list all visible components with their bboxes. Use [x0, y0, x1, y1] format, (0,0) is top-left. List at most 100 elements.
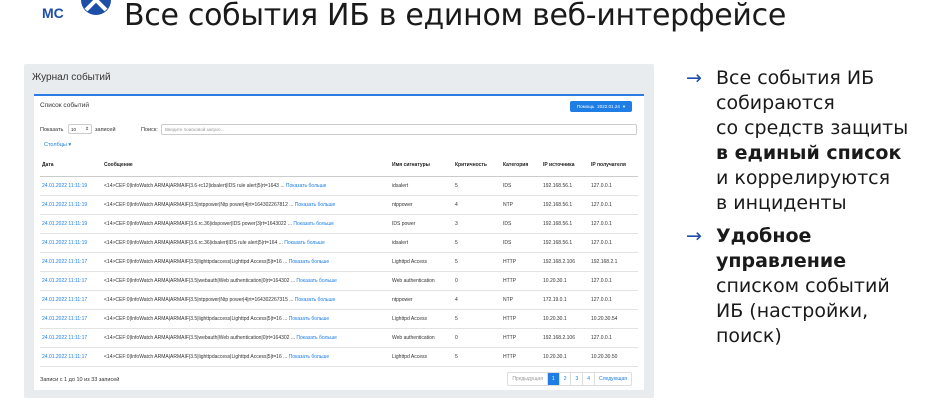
- bullet-1-line-5: и коррелируются: [716, 167, 891, 189]
- show-more-link[interactable]: Показать больше: [296, 335, 337, 341]
- show-more-link[interactable]: Показать больше: [289, 316, 330, 322]
- message-text: <14>CEF:0|InfoWatch ARMA|ARMAIF|3.5|ntpp…: [104, 201, 294, 208]
- page-button-1[interactable]: 1: [546, 373, 559, 385]
- table-row[interactable]: 24.01.2022 11:11:17 <14>CEF:0|InfoWatch A…: [40, 271, 638, 291]
- category-cell: IDS: [501, 233, 541, 253]
- bullet-2-line-1: Удобное: [716, 225, 812, 247]
- show-more-link[interactable]: Показать больше: [293, 221, 334, 227]
- bullet-1-line-4: в единый список: [716, 142, 902, 164]
- page-size-select[interactable]: 10 ⇕: [68, 124, 92, 134]
- date-cell[interactable]: 24.01.2022 11:11:19: [40, 233, 102, 253]
- signature-cell: idsalert: [390, 233, 453, 253]
- category-cell: HTTP: [501, 309, 541, 329]
- show-more-link[interactable]: Показать больше: [286, 183, 327, 189]
- message-cell: <14>CEF:0|InfoWatch ARMA|ARMAIF|3.6.rc.3…: [102, 233, 390, 253]
- signature-cell: Web authentication: [390, 271, 453, 291]
- src-ip-cell: 10.20.30.1: [541, 347, 589, 367]
- prev-page-button[interactable]: Предыдущая: [508, 373, 547, 385]
- date-cell[interactable]: 24.01.2022 11:11:19: [40, 176, 102, 196]
- event-log-panel: Журнал событий Список событий Помощь 202…: [24, 64, 654, 398]
- signature-cell: Lighttpd Access: [390, 252, 453, 272]
- message-cell: <14>CEF:0|InfoWatch ARMA|ARMAIF|3.6-rc12…: [102, 176, 390, 196]
- table-row[interactable]: 24.01.2022 11:11:17 <14>CEF:0|InfoWatch A…: [40, 252, 638, 272]
- col-dst-ip[interactable]: IP получателя: [589, 154, 638, 177]
- severity-cell: 4: [453, 195, 501, 215]
- search-input[interactable]: Введите поисковой запрос...: [161, 124, 637, 135]
- page-button-4[interactable]: 4: [582, 373, 594, 385]
- message-text: <14>CEF:0|InfoWatch ARMA|ARMAIF|3.5|weba…: [104, 277, 296, 284]
- columns-button[interactable]: Столбцы ▾: [44, 142, 71, 148]
- message-cell: <14>CEF:0|InfoWatch ARMA|ARMAIF|3.5|ntpp…: [102, 195, 390, 215]
- date-cell[interactable]: 24.01.2022 11:11:17: [40, 347, 102, 367]
- page-button-2[interactable]: 2: [558, 373, 571, 385]
- col-signature[interactable]: Имя сигнатуры: [390, 154, 453, 177]
- src-ip-cell: 192.168.56.1: [541, 214, 589, 234]
- date-cell[interactable]: 24.01.2022 11:11:17: [40, 309, 102, 329]
- show-more-link[interactable]: Показать больше: [295, 297, 336, 303]
- table-row[interactable]: 24.01.2022 11:11:19 <14>CEF:0|InfoWatch A…: [40, 233, 638, 253]
- src-ip-cell: 10.20.30.1: [541, 271, 589, 291]
- date-cell[interactable]: 24.01.2022 11:11:17: [40, 328, 102, 348]
- message-text: <14>CEF:0|InfoWatch ARMA|ARMAIF|3.5|ligh…: [104, 315, 288, 322]
- signature-cell: Lighttpd Access: [390, 309, 453, 329]
- dst-ip-cell: 127.0.0.1: [589, 233, 638, 253]
- message-cell: <14>CEF:0|InfoWatch ARMA|ARMAIF|3.6.rc.3…: [102, 214, 390, 234]
- message-cell: <14>CEF:0|InfoWatch ARMA|ARMAIF|3.5|ligh…: [102, 252, 390, 272]
- dst-ip-cell: 192.168.2.1: [589, 252, 638, 272]
- card-title: Список событий: [40, 102, 90, 109]
- severity-cell: 5: [453, 233, 501, 253]
- date-cell[interactable]: 24.01.2022 11:11:17: [40, 290, 102, 310]
- dst-ip-cell: 10.20.30.50: [589, 347, 638, 367]
- severity-cell: 5: [453, 176, 501, 196]
- col-message[interactable]: Сообщение: [102, 154, 390, 177]
- table-row[interactable]: 24.01.2022 11:11:19 <14>CEF:0|InfoWatch A…: [40, 195, 638, 215]
- category-cell: HTTP: [501, 328, 541, 348]
- show-more-link[interactable]: Показать больше: [284, 240, 325, 246]
- bullet-1-line-6: в инциденты: [716, 192, 847, 214]
- search-label: Поиск:: [141, 127, 158, 133]
- message-text: <14>CEF:0|InfoWatch ARMA|ARMAIF|3.5|weba…: [104, 334, 296, 341]
- page-title: Журнал событий: [32, 72, 111, 83]
- table-row[interactable]: 24.01.2022 11:11:19 <14>CEF:0|InfoWatch A…: [40, 176, 638, 196]
- show-more-link[interactable]: Показать больше: [289, 259, 330, 265]
- date-cell[interactable]: 24.01.2022 11:11:19: [40, 195, 102, 215]
- bullet-list: → Все события ИБ собираются со средств з…: [686, 66, 936, 349]
- bullet-1-line-2: собираются: [716, 92, 835, 114]
- table-row[interactable]: 24.01.2022 11:11:17 <14>CEF:0|InfoWatch A…: [40, 290, 638, 310]
- message-cell: <14>CEF:0|InfoWatch ARMA|ARMAIF|3.5|ligh…: [102, 347, 390, 367]
- events-table: Дата Сообщение Имя сигнатуры Критичность…: [40, 154, 638, 367]
- col-category[interactable]: Категория: [501, 154, 541, 177]
- logo-text: МС: [42, 5, 64, 21]
- signature-cell: ntppower: [390, 290, 453, 310]
- src-ip-cell: 10.20.30.1: [541, 309, 589, 329]
- date-cell[interactable]: 24.01.2022 11:11:17: [40, 271, 102, 291]
- table-row[interactable]: 24.01.2022 11:11:17 <14>CEF:0|InfoWatch A…: [40, 328, 638, 348]
- show-more-link[interactable]: Показать больше: [295, 202, 336, 208]
- bullet-2-line-2: управление: [716, 250, 847, 272]
- col-date[interactable]: Дата: [40, 154, 102, 177]
- dst-ip-cell: 10.20.30.54: [589, 309, 638, 329]
- date-cell[interactable]: 24.01.2022 11:11:17: [40, 252, 102, 272]
- period-button[interactable]: Помощь 2022.01.24 ▾: [570, 101, 632, 112]
- next-page-button[interactable]: Следующая: [594, 373, 631, 385]
- severity-cell: 5: [453, 252, 501, 272]
- show-more-link[interactable]: Показать больше: [296, 278, 337, 284]
- company-logo: МС: [42, 0, 111, 21]
- category-cell: IDS: [501, 176, 541, 196]
- table-row[interactable]: 24.01.2022 11:11:19 <14>CEF:0|InfoWatch A…: [40, 214, 638, 234]
- show-more-link[interactable]: Показать больше: [289, 354, 330, 360]
- col-src-ip[interactable]: IP источника: [541, 154, 589, 177]
- page-button-3[interactable]: 3: [570, 373, 582, 385]
- table-row[interactable]: 24.01.2022 11:11:17 <14>CEF:0|InfoWatch A…: [40, 347, 638, 367]
- chevron-down-icon: ▾: [622, 103, 626, 109]
- severity-cell: 5: [453, 309, 501, 329]
- category-cell: NTP: [501, 290, 541, 310]
- chevron-updown-icon: ⇕: [85, 126, 89, 131]
- show-label: Показать: [40, 127, 64, 133]
- date-cell[interactable]: 24.01.2022 11:11:19: [40, 214, 102, 234]
- severity-cell: 5: [453, 347, 501, 367]
- page-size-value: 10: [71, 126, 77, 132]
- table-row[interactable]: 24.01.2022 11:11:17 <14>CEF:0|InfoWatch A…: [40, 309, 638, 329]
- col-severity[interactable]: Критичность: [453, 154, 501, 177]
- bullet-1-line-1: Все события ИБ: [716, 67, 875, 89]
